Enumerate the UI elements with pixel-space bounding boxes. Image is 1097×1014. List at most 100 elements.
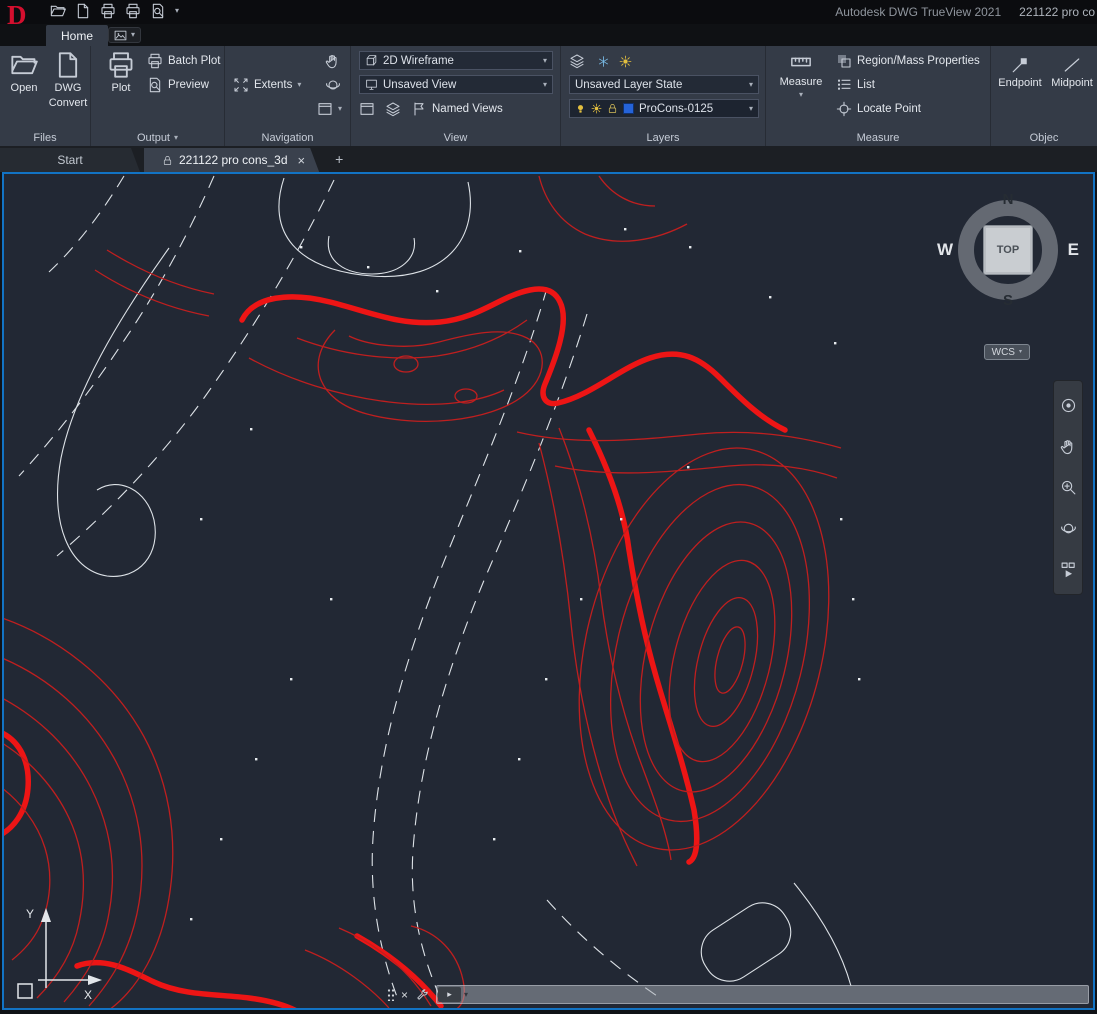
ucs-y-label: Y xyxy=(26,907,34,921)
lock-icon xyxy=(162,155,173,166)
panel-layers: Unsaved Layer State ▾ ProCons-0125 ▾ Lay… xyxy=(561,46,766,146)
red-contour-ellipse xyxy=(683,591,769,733)
list-button[interactable]: List xyxy=(836,76,875,94)
viewport-controls-button[interactable]: ▾ xyxy=(317,100,342,118)
point-marker xyxy=(840,518,842,520)
show-motion-icon[interactable] xyxy=(1060,561,1077,578)
white-dashed-road xyxy=(412,314,587,1004)
sheet-views-button[interactable] xyxy=(385,100,401,118)
sun-icon[interactable] xyxy=(591,103,602,114)
layer-state-dropdown[interactable]: Unsaved Layer State ▾ xyxy=(569,75,759,94)
current-layer-value: ProCons-0125 xyxy=(639,103,713,115)
plot-button[interactable]: Plot xyxy=(101,51,141,94)
qat-customize-caret-icon[interactable]: ▾ xyxy=(175,7,179,15)
chevron-down-icon: ▾ xyxy=(799,91,803,99)
view-panel-label: View xyxy=(351,132,560,144)
chevron-down-icon: ▾ xyxy=(749,105,753,113)
app-title: Autodesk DWG TrueView 2021 xyxy=(835,5,1001,19)
viewcube-top-face[interactable]: TOP xyxy=(983,225,1033,275)
endpoint-icon xyxy=(1011,56,1029,74)
batch-plot-button[interactable]: Batch Plot xyxy=(147,52,220,70)
measure-button[interactable]: Measure ▾ xyxy=(778,51,824,99)
viewcube-west[interactable]: W xyxy=(937,240,953,260)
pan-hand-icon xyxy=(325,53,341,69)
qat-preview-icon[interactable] xyxy=(150,3,166,19)
layer-dropdown[interactable]: ProCons-0125 ▾ xyxy=(569,99,759,118)
pan-button[interactable] xyxy=(325,52,341,70)
point-marker xyxy=(545,678,547,680)
open-label: Open xyxy=(11,82,38,94)
dwg-convert-button[interactable]: DWG Convert xyxy=(47,51,89,109)
dwg-convert-label-1: DWG xyxy=(55,82,82,94)
lightbulb-icon[interactable] xyxy=(575,103,586,114)
layers-panel-label: Layers xyxy=(561,132,765,144)
midpoint-label: Midpoint xyxy=(1051,77,1093,89)
region-mass-properties-button[interactable]: Region/Mass Properties xyxy=(836,52,980,70)
visual-style-dropdown[interactable]: 2D Wireframe ▾ xyxy=(359,51,553,70)
wcs-selector[interactable]: WCS ▾ xyxy=(984,344,1030,360)
close-tab-icon[interactable]: × xyxy=(298,153,306,168)
orbit-icon[interactable] xyxy=(1060,520,1077,537)
panel-flyout-caret-icon[interactable]: ▾ xyxy=(174,134,178,142)
chevron-down-icon: ▾ xyxy=(1019,349,1022,355)
point-marker xyxy=(519,250,521,252)
white-ellipse-inner xyxy=(328,236,414,274)
point-marker xyxy=(689,246,691,248)
viewcube-north[interactable]: N xyxy=(1003,191,1014,208)
tab-active-drawing[interactable]: 221122 pro cons_3d × xyxy=(144,148,319,172)
white-dashed-road xyxy=(547,900,657,996)
viewcube-east[interactable]: E xyxy=(1068,240,1079,260)
list-label: List xyxy=(857,79,875,91)
qat-convert-icon[interactable] xyxy=(75,3,91,19)
qat-open-icon[interactable] xyxy=(50,3,66,19)
white-dashed-line xyxy=(19,176,214,476)
lock-icon[interactable] xyxy=(607,103,618,114)
chevron-down-icon[interactable]: ▾ xyxy=(297,81,301,89)
locate-point-button[interactable]: Locate Point xyxy=(836,100,921,118)
panel-object-snap: Endpoint Midpoint Objec xyxy=(991,46,1097,146)
tab-home[interactable]: Home xyxy=(46,25,108,46)
drag-grip-icon[interactable] xyxy=(387,988,394,1001)
viewcube-south[interactable]: S xyxy=(1003,292,1013,309)
locate-point-icon xyxy=(836,101,852,117)
view-dropdown[interactable]: Unsaved View ▾ xyxy=(359,75,553,94)
qat-batch-plot-icon[interactable] xyxy=(125,3,141,19)
command-input-bar[interactable]: ▸ ▾ xyxy=(436,985,1089,1004)
close-icon[interactable]: × xyxy=(401,989,408,1001)
orbit-button[interactable] xyxy=(325,76,341,94)
preview-button[interactable]: Preview xyxy=(147,76,209,94)
zoom-icon[interactable] xyxy=(1060,479,1077,496)
measure-label: Measure xyxy=(780,76,823,88)
midpoint-button[interactable]: Midpoint xyxy=(1047,56,1097,89)
active-tab-label: 221122 pro cons_3d xyxy=(179,153,288,167)
pan-hand-icon[interactable] xyxy=(1060,438,1077,455)
panel-output: Plot Batch Plot Preview Output ▾ xyxy=(91,46,225,146)
list-icon xyxy=(836,77,852,93)
viewcube[interactable]: N S W E TOP xyxy=(943,185,1073,315)
app-logo[interactable]: D xyxy=(7,0,27,31)
qat-plot-icon[interactable] xyxy=(100,3,116,19)
open-button[interactable]: Open xyxy=(6,51,42,94)
zoom-extents-button[interactable]: Extents ▾ xyxy=(233,76,301,94)
endpoint-button[interactable]: Endpoint xyxy=(995,56,1045,89)
command-prompt-icon[interactable]: ▸ xyxy=(438,987,461,1002)
drawing-canvas[interactable]: N S W E TOP WCS ▾ Y X × xyxy=(2,172,1095,1010)
named-views-button[interactable]: Named Views xyxy=(411,100,503,118)
point-marker xyxy=(687,466,689,468)
white-dashed-line xyxy=(49,176,124,272)
layer-properties-button[interactable] xyxy=(569,52,585,70)
layer-thaw-button[interactable] xyxy=(619,52,632,70)
red-thick-contour xyxy=(4,733,28,834)
view-toggle-button[interactable]: ▾ xyxy=(108,27,141,43)
ruler-icon xyxy=(786,51,816,73)
layer-color-swatch[interactable] xyxy=(623,103,634,114)
customize-wrench-icon[interactable] xyxy=(415,988,429,1002)
navigation-wheel-icon[interactable] xyxy=(1060,397,1077,414)
point-marker xyxy=(190,918,192,920)
layer-freeze-button[interactable] xyxy=(597,52,610,70)
tab-start[interactable]: Start xyxy=(0,148,140,172)
new-tab-button[interactable]: + xyxy=(335,151,343,167)
viewport-config-button[interactable] xyxy=(359,100,375,118)
panel-measure: Measure ▾ Region/Mass Properties List Lo… xyxy=(766,46,991,146)
chevron-down-icon[interactable]: ▾ xyxy=(464,990,468,999)
